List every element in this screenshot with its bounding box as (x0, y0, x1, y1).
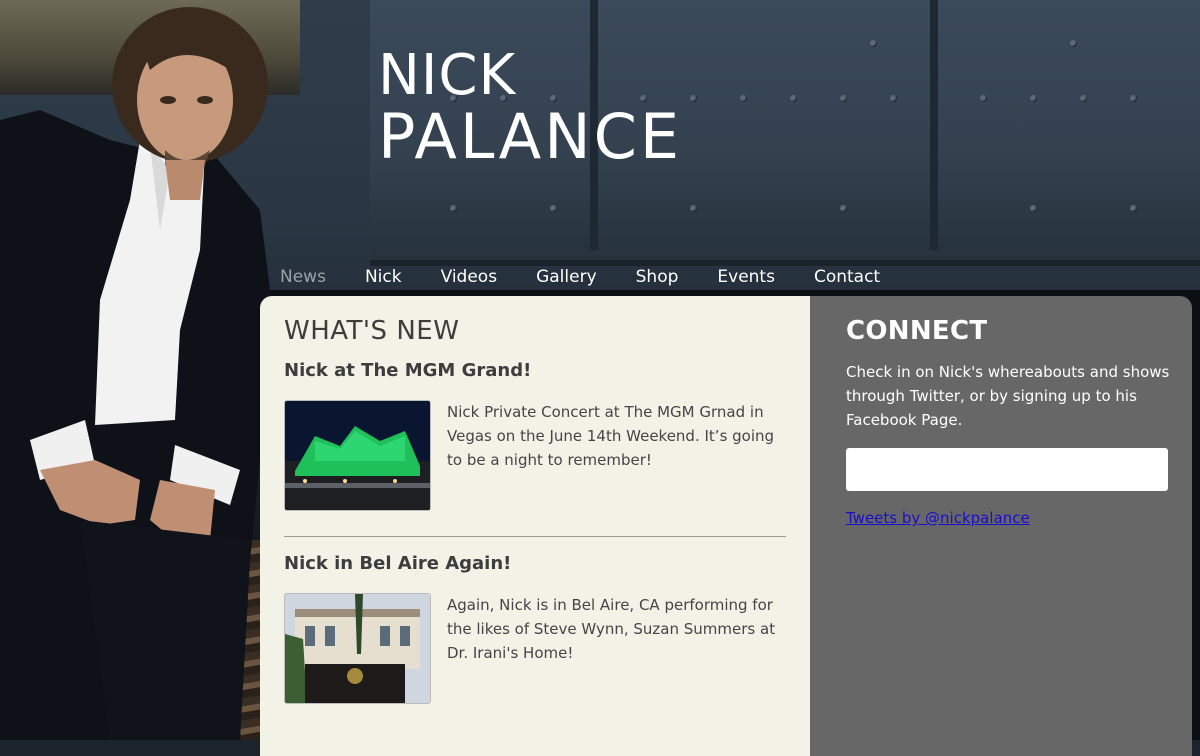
post-title[interactable]: Nick in Bel Aire Again! (284, 553, 511, 574)
nav-item-events[interactable]: Events (717, 266, 775, 290)
site-title-line1: NICK (378, 43, 517, 108)
nav-item-videos[interactable]: Videos (441, 266, 498, 290)
nav-item-shop[interactable]: Shop (636, 266, 679, 290)
connect-heading: CONNECT (846, 316, 988, 346)
main-nav: News Nick Videos Gallery Shop Events Con… (280, 266, 919, 290)
artist-photo (0, 7, 275, 740)
twitter-timeline-link[interactable]: Tweets by @nickpalance (846, 509, 1030, 527)
twitter-widget-box[interactable] (846, 448, 1168, 491)
connect-sidebar: CONNECT Check in on Nick's whereabouts a… (810, 296, 1192, 756)
nav-item-contact[interactable]: Contact (814, 266, 880, 290)
post-title[interactable]: Nick at The MGM Grand! (284, 360, 531, 381)
news-heading: WHAT'S NEW (284, 316, 460, 346)
nav-item-gallery[interactable]: Gallery (536, 266, 597, 290)
site-title[interactable]: NICK PALANCE (378, 48, 682, 168)
nav-item-news[interactable]: News (280, 266, 326, 290)
connect-text: Check in on Nick's whereabouts and shows… (846, 363, 1170, 429)
site-title-line2: PALANCE (378, 100, 683, 173)
post-text: Nick Private Concert at The MGM Grnad in… (447, 403, 775, 469)
mgm-grand-photo[interactable] (284, 400, 431, 511)
bel-aire-mansion-photo[interactable] (284, 593, 431, 704)
post-divider (284, 536, 786, 537)
nav-item-nick[interactable]: Nick (365, 266, 402, 290)
news-section: WHAT'S NEW Nick at The MGM Grand! Nick P… (260, 296, 810, 756)
post-text: Again, Nick is in Bel Aire, CA performin… (447, 596, 776, 662)
